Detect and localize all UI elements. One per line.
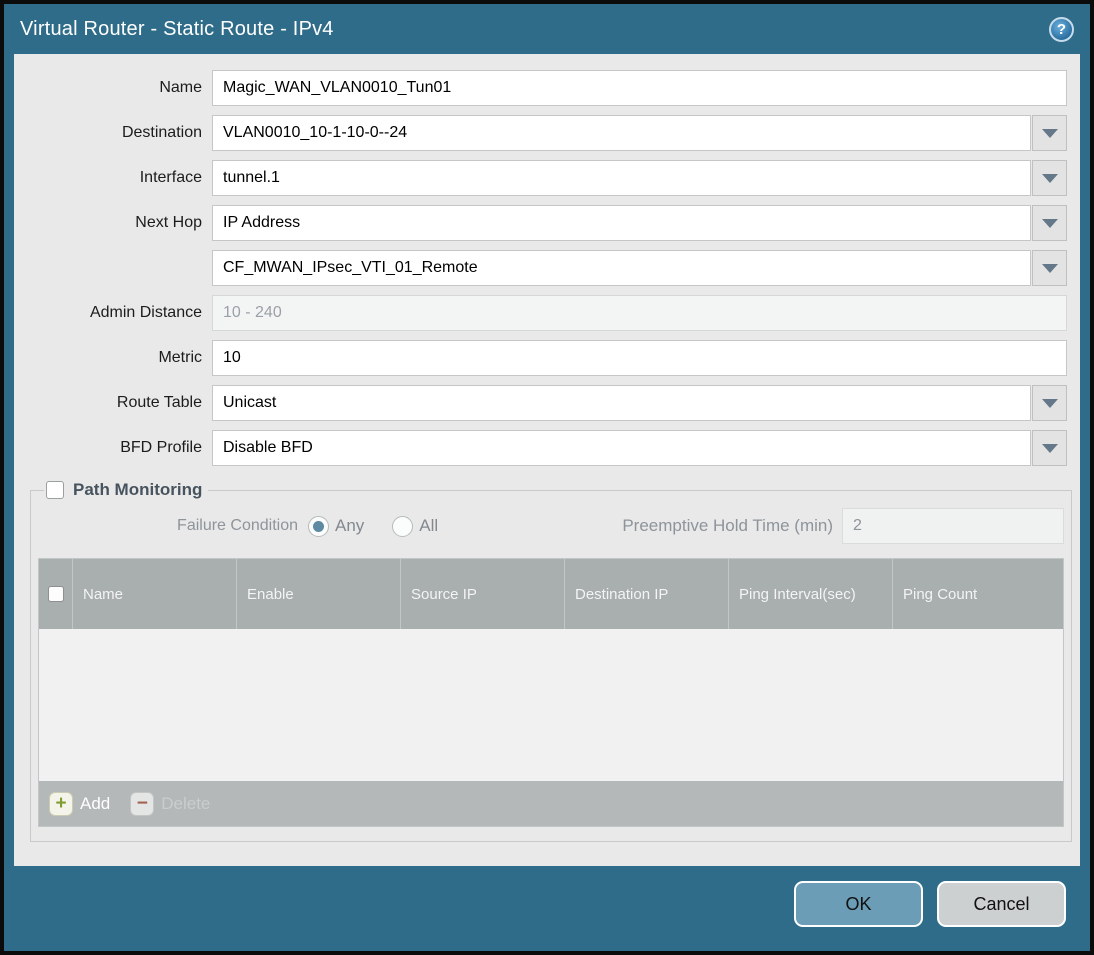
dialog-titlebar: Virtual Router - Static Route - IPv4 ? bbox=[4, 4, 1090, 54]
destination-input[interactable] bbox=[212, 115, 1031, 151]
delete-button-label: Delete bbox=[161, 793, 211, 813]
cancel-button[interactable]: Cancel bbox=[937, 881, 1066, 927]
name-label: Name bbox=[159, 79, 202, 96]
bfd-profile-row: BFD Profile bbox=[14, 430, 1067, 466]
add-button-label: Add bbox=[80, 793, 111, 813]
interface-label: Interface bbox=[139, 169, 202, 186]
failure-condition-row: Failure Condition Any All Preemptive Hol… bbox=[38, 508, 1064, 544]
select-all-checkbox[interactable] bbox=[47, 586, 64, 602]
destination-row: Destination bbox=[14, 115, 1067, 151]
chevron-down-icon bbox=[1041, 443, 1058, 453]
next-hop-dropdown-button[interactable] bbox=[1032, 205, 1067, 241]
preemptive-hold-time-input[interactable] bbox=[842, 508, 1064, 544]
table-header-name: Name bbox=[73, 559, 237, 629]
chevron-down-icon bbox=[1041, 398, 1058, 408]
path-monitoring-checkbox[interactable] bbox=[46, 481, 64, 499]
name-input[interactable] bbox=[212, 70, 1067, 106]
delete-button[interactable]: − Delete bbox=[130, 791, 211, 816]
table-footer-bar: + Add − Delete bbox=[39, 781, 1063, 826]
next-hop-type-input[interactable] bbox=[212, 205, 1031, 241]
radio-all-label: All bbox=[419, 516, 439, 535]
metric-input[interactable] bbox=[212, 340, 1067, 376]
chevron-down-icon bbox=[1041, 173, 1058, 183]
chevron-down-icon bbox=[1041, 263, 1058, 273]
chevron-down-icon bbox=[1041, 128, 1058, 138]
radio-all-icon[interactable] bbox=[392, 515, 414, 537]
metric-label: Metric bbox=[158, 349, 202, 366]
interface-row: Interface bbox=[14, 160, 1067, 196]
path-monitoring-section: Path Monitoring Failure Condition Any Al… bbox=[30, 480, 1072, 842]
next-hop-row: Next Hop bbox=[14, 205, 1067, 241]
table-header-source-ip: Source IP bbox=[401, 559, 565, 629]
table-header-checkbox-cell bbox=[39, 559, 73, 629]
table-header-destination-ip: Destination IP bbox=[565, 559, 729, 629]
dialog-title: Virtual Router - Static Route - IPv4 bbox=[20, 17, 334, 40]
route-table-label: Route Table bbox=[116, 394, 202, 411]
admin-distance-label: Admin Distance bbox=[89, 304, 202, 321]
metric-row: Metric bbox=[14, 340, 1067, 376]
bfd-profile-input[interactable] bbox=[212, 430, 1031, 466]
path-monitoring-title: Path Monitoring bbox=[73, 480, 203, 499]
static-route-dialog: Virtual Router - Static Route - IPv4 ? N… bbox=[0, 0, 1094, 955]
admin-distance-row: Admin Distance bbox=[14, 295, 1067, 331]
interface-input[interactable] bbox=[212, 160, 1031, 196]
table-header-enable: Enable bbox=[237, 559, 401, 629]
failure-condition-label: Failure Condition bbox=[177, 517, 298, 534]
help-icon[interactable]: ? bbox=[1049, 17, 1074, 42]
ok-button[interactable]: OK bbox=[794, 881, 923, 927]
dialog-content: Name Destination Interface bbox=[14, 54, 1080, 866]
route-table-row: Route Table bbox=[14, 385, 1067, 421]
path-monitoring-legend: Path Monitoring bbox=[44, 480, 208, 500]
add-button[interactable]: + Add bbox=[49, 791, 111, 816]
bfd-profile-label: BFD Profile bbox=[120, 439, 202, 456]
preemptive-hold-time-group: Preemptive Hold Time (min) bbox=[622, 508, 1064, 544]
next-hop-label: Next Hop bbox=[135, 214, 202, 231]
destination-dropdown-button[interactable] bbox=[1032, 115, 1067, 151]
plus-icon: + bbox=[49, 791, 73, 816]
next-hop-value-input[interactable] bbox=[212, 250, 1031, 286]
path-monitoring-table: Name Enable Source IP Destination IP Pin… bbox=[38, 558, 1064, 827]
chevron-down-icon bbox=[1041, 218, 1058, 228]
next-hop-value-dropdown-button[interactable] bbox=[1032, 250, 1067, 286]
table-header-ping-count: Ping Count bbox=[903, 585, 978, 603]
interface-dropdown-button[interactable] bbox=[1032, 160, 1067, 196]
table-header-ping-interval: Ping Interval(sec) bbox=[729, 559, 893, 629]
name-row: Name bbox=[14, 70, 1067, 106]
table-header-row: Name Enable Source IP Destination IP Pin… bbox=[39, 559, 1063, 629]
bfd-profile-dropdown-button[interactable] bbox=[1032, 430, 1067, 466]
failure-condition-any[interactable]: Any bbox=[308, 515, 365, 537]
admin-distance-input[interactable] bbox=[212, 295, 1067, 331]
preemptive-hold-time-label: Preemptive Hold Time (min) bbox=[622, 516, 833, 535]
table-body-empty bbox=[39, 629, 1063, 781]
minus-icon: − bbox=[130, 791, 155, 816]
dialog-footer: OK Cancel bbox=[794, 881, 1066, 927]
radio-any-label: Any bbox=[335, 516, 365, 535]
failure-condition-all[interactable]: All bbox=[392, 515, 439, 537]
next-hop-value-row bbox=[14, 250, 1067, 286]
route-table-input[interactable] bbox=[212, 385, 1031, 421]
route-table-dropdown-button[interactable] bbox=[1032, 385, 1067, 421]
destination-label: Destination bbox=[121, 124, 202, 141]
radio-any-icon[interactable] bbox=[308, 515, 329, 537]
